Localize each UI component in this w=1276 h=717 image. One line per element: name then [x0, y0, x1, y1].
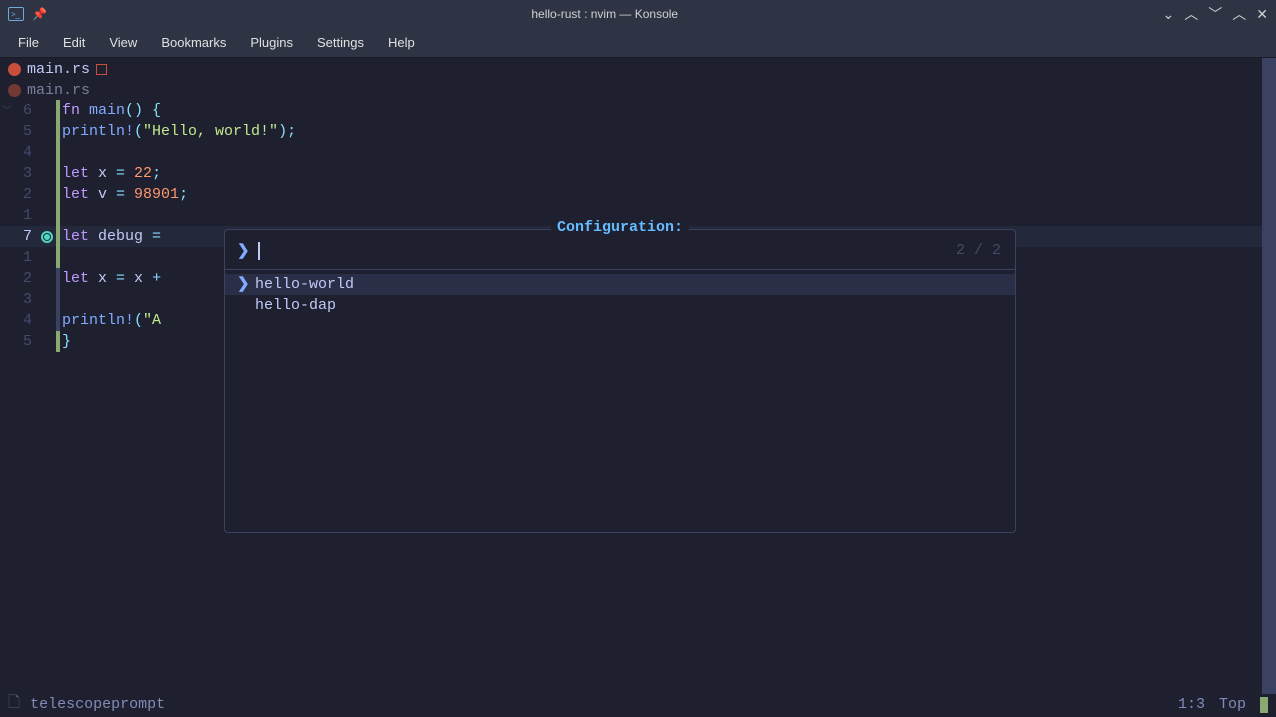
selected-chevron-icon: ❯ [237, 274, 247, 295]
line-number: 4 [4, 310, 38, 331]
popup-result-count: 2 / 2 [956, 242, 1001, 259]
menu-plugins[interactable]: Plugins [240, 31, 303, 54]
code-line[interactable]: 1 [4, 205, 296, 226]
menu-view[interactable]: View [99, 31, 147, 54]
popup-item[interactable]: hello-dap [225, 295, 1015, 316]
status-mode: telescopeprompt [30, 696, 165, 713]
line-number: 3 [4, 289, 38, 310]
line-number: 1 [4, 205, 38, 226]
file-icon: 🗋 [8, 692, 20, 717]
popup-prompt[interactable]: ❯ 2 / 2 [225, 232, 1015, 270]
fold-chevron-icon[interactable]: ﹀ [2, 102, 12, 118]
buffer-tab-active[interactable]: main.rs [8, 61, 107, 78]
terminal-icon: >_ [8, 7, 24, 21]
buffer-tab-name: main.rs [27, 82, 90, 99]
modified-indicator-icon [96, 64, 107, 75]
status-scroll: Top [1219, 696, 1246, 713]
buffer-tabs-inactive: main.rs [0, 79, 1276, 100]
window-titlebar: >_ 📌 hello-rust : nvim — Konsole ⌄ ︿ ﹀ ︿… [0, 0, 1276, 28]
statusbar: 🗋 telescopeprompt 1:3 Top [0, 694, 1276, 715]
code-line[interactable]: 4 [4, 142, 296, 163]
popup-item-label: hello-world [255, 274, 354, 295]
maximize-icon[interactable]: ︿ [1232, 4, 1246, 24]
line-number: 5 [4, 331, 38, 352]
menu-edit[interactable]: Edit [53, 31, 95, 54]
popup-item-label: hello-dap [255, 295, 336, 316]
popup-item[interactable]: ❯ hello-world [225, 274, 1015, 295]
collapse-up-icon[interactable]: ︿ [1184, 4, 1198, 24]
prompt-chevron-icon: ❯ [237, 241, 250, 260]
close-icon[interactable]: ✕ [1256, 6, 1268, 23]
minimize-icon[interactable]: ﹀ [1208, 4, 1222, 24]
code-line[interactable]: 3 let x = 22; [4, 163, 296, 184]
code-line[interactable]: 5 println!("Hello, world!"); [4, 121, 296, 142]
scrollbar-thumb[interactable] [1262, 58, 1276, 694]
window-title: hello-rust : nvim — Konsole [47, 7, 1163, 21]
menu-file[interactable]: File [8, 31, 49, 54]
line-number: 3 [4, 163, 38, 184]
menu-settings[interactable]: Settings [307, 31, 374, 54]
scrollbar[interactable] [1262, 58, 1276, 694]
line-number-current: 7 [4, 226, 38, 247]
buffer-tab-inactive[interactable]: main.rs [8, 82, 90, 99]
code-line[interactable]: 2 let v = 98901; [4, 184, 296, 205]
line-number: 1 [4, 247, 38, 268]
status-position: 1:3 [1178, 696, 1205, 713]
rust-icon [8, 84, 21, 97]
collapse-down-icon[interactable]: ⌄ [1163, 6, 1175, 23]
menu-help[interactable]: Help [378, 31, 425, 54]
line-number: 2 [4, 184, 38, 205]
popup-list: ❯ hello-world hello-dap [225, 270, 1015, 320]
mode-indicator-block [1260, 697, 1268, 713]
buffer-tabs: main.rs [0, 58, 1276, 79]
text-cursor [258, 242, 260, 260]
buffer-tab-name: main.rs [27, 61, 90, 78]
menubar: File Edit View Bookmarks Plugins Setting… [0, 28, 1276, 58]
telescope-popup: Configuration: ❯ 2 / 2 ❯ hello-world hel… [224, 229, 1016, 533]
rust-icon [8, 63, 21, 76]
menu-bookmarks[interactable]: Bookmarks [151, 31, 236, 54]
line-number: 2 [4, 268, 38, 289]
breakpoint-icon[interactable] [41, 231, 53, 243]
pin-icon[interactable]: 📌 [32, 7, 47, 21]
code-line[interactable]: 6 fn main() { [4, 100, 296, 121]
line-number: 4 [4, 142, 38, 163]
line-number: 5 [4, 121, 38, 142]
